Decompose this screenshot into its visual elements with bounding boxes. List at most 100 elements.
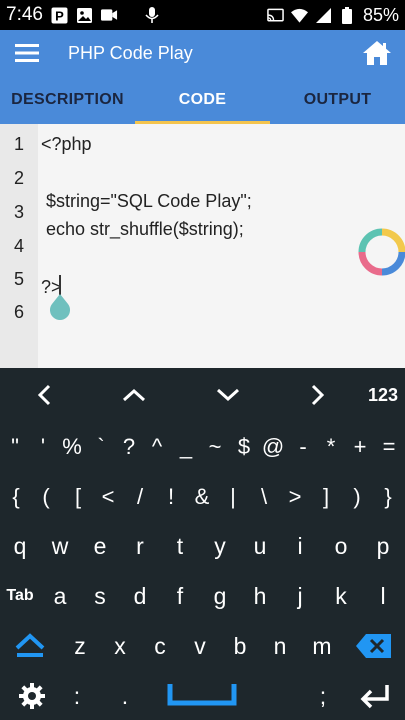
signal-icon (315, 7, 332, 24)
cursor-down-key[interactable] (204, 378, 252, 412)
key[interactable]: * (318, 430, 344, 464)
key[interactable]: k (322, 578, 360, 614)
app-title: PHP Code Play (68, 42, 193, 63)
status-bar: 7:46 P 85% (0, 0, 405, 30)
key[interactable]: & (188, 480, 216, 514)
code-line[interactable]: <?php (41, 134, 92, 155)
key[interactable]: @ (258, 430, 288, 464)
cursor-left-key[interactable] (20, 378, 68, 412)
video-icon (100, 7, 118, 24)
key[interactable]: a (42, 578, 78, 614)
svg-text:P: P (55, 8, 64, 23)
key[interactable]: y (202, 528, 238, 564)
code-editor[interactable]: 1 2 3 4 5 6 <?php $string="SQL Code Play… (0, 124, 405, 368)
line-number: 2 (13, 168, 24, 188)
key[interactable]: h (242, 578, 278, 614)
key[interactable]: ~ (202, 430, 228, 464)
key[interactable]: c (142, 628, 178, 664)
key[interactable]: u (242, 528, 278, 564)
settings-gear-icon[interactable] (12, 676, 52, 716)
key[interactable]: $ (230, 430, 258, 464)
code-line[interactable]: echo str_shuffle($string); (41, 219, 244, 240)
line-number: 1 (13, 134, 24, 154)
key[interactable]: r (122, 528, 158, 564)
key[interactable]: t (162, 528, 198, 564)
shift-key-icon[interactable] (8, 628, 52, 664)
key[interactable]: % (58, 430, 86, 464)
key[interactable]: d (122, 578, 158, 614)
battery-icon (339, 6, 356, 24)
key[interactable]: ' (30, 430, 56, 464)
soft-keyboard: 123 " ' % ` ? ^ _ ~ $ @ - * + = { ( [ < … (0, 368, 405, 720)
key[interactable]: i (282, 528, 318, 564)
cursor-right-key[interactable] (294, 378, 342, 412)
wifi-icon (290, 7, 308, 24)
key[interactable]: [ (64, 480, 92, 514)
key[interactable]: g (202, 578, 238, 614)
text-cursor (59, 275, 61, 295)
microphone-icon (144, 6, 161, 24)
code-line[interactable]: $string="SQL Code Play"; (41, 191, 252, 212)
key[interactable]: - (290, 430, 316, 464)
line-number: 3 (13, 202, 24, 222)
key[interactable]: + (346, 430, 374, 464)
tab-description[interactable]: DESCRIPTION (0, 76, 135, 124)
key[interactable]: | (219, 480, 247, 514)
battery-percentage: 85% (362, 4, 399, 25)
key[interactable]: s (82, 578, 118, 614)
key[interactable]: : (62, 678, 92, 714)
tab-bar: DESCRIPTION CODE OUTPUT (0, 76, 405, 124)
space-bar-icon[interactable] (166, 680, 238, 710)
key[interactable]: n (262, 628, 298, 664)
key[interactable]: " (2, 430, 28, 464)
key[interactable]: f (162, 578, 198, 614)
key[interactable]: b (222, 628, 258, 664)
home-icon[interactable] (349, 30, 405, 76)
key[interactable]: o (322, 528, 360, 564)
status-time: 7:46 (6, 4, 43, 25)
key[interactable]: ) (343, 480, 371, 514)
key[interactable]: m (302, 628, 342, 664)
tab-code[interactable]: CODE (135, 76, 270, 124)
tab-output[interactable]: OUTPUT (270, 76, 405, 124)
numeric-mode-key[interactable]: 123 (360, 378, 405, 412)
key[interactable]: . (110, 678, 140, 714)
cursor-up-key[interactable] (110, 378, 158, 412)
key[interactable]: j (282, 578, 318, 614)
key[interactable]: \ (250, 480, 278, 514)
key[interactable]: l (364, 578, 402, 614)
key[interactable]: v (182, 628, 218, 664)
key[interactable]: } (374, 480, 402, 514)
backspace-key-icon[interactable] (354, 630, 394, 662)
key[interactable]: < (94, 480, 122, 514)
key[interactable]: z (62, 628, 98, 664)
key[interactable]: ^ (144, 430, 170, 464)
key[interactable]: ] (312, 480, 340, 514)
key[interactable]: q (2, 528, 38, 564)
line-number: 5 (13, 269, 24, 289)
key[interactable]: ? (116, 430, 142, 464)
key[interactable]: ! (157, 480, 185, 514)
enter-key-icon[interactable] (352, 678, 398, 714)
key[interactable]: p (364, 528, 402, 564)
tab-key[interactable]: Tab (0, 578, 40, 614)
app-bar: PHP Code Play (0, 30, 405, 76)
line-number: 6 (13, 302, 24, 322)
photo-icon (76, 7, 93, 24)
parking-icon: P (51, 7, 68, 24)
key[interactable]: { (2, 480, 30, 514)
line-number: 4 (13, 236, 24, 256)
line-number-gutter: 1 2 3 4 5 6 (0, 124, 38, 368)
key[interactable]: = (376, 430, 402, 464)
key[interactable]: ; (308, 678, 338, 714)
hamburger-menu-icon[interactable] (0, 30, 54, 76)
key[interactable]: x (102, 628, 138, 664)
key[interactable]: / (126, 480, 154, 514)
key[interactable]: > (281, 480, 309, 514)
key[interactable]: ` (88, 430, 114, 464)
cursor-handle-icon[interactable] (48, 294, 72, 327)
key[interactable]: e (82, 528, 118, 564)
key[interactable]: _ (172, 430, 200, 464)
key[interactable]: ( (32, 480, 60, 514)
key[interactable]: w (42, 528, 78, 564)
